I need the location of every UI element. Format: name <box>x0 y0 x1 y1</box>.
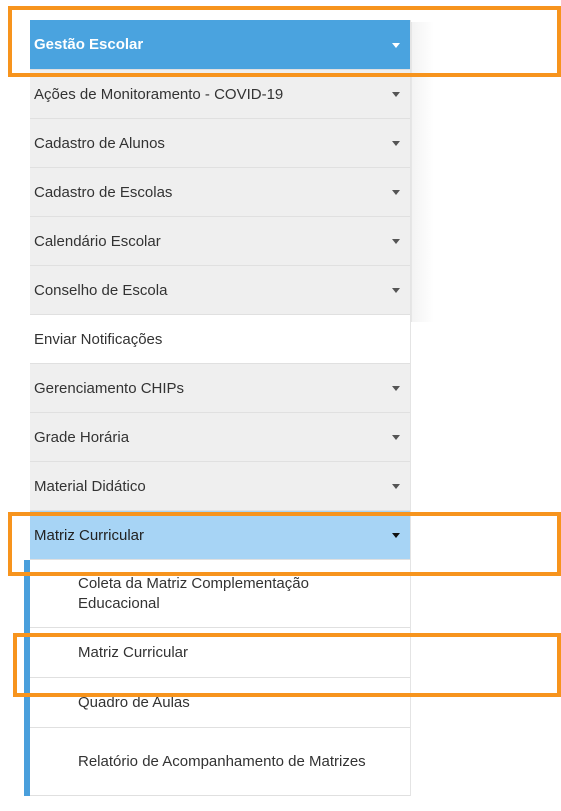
menu-item-label: Calendário Escolar <box>34 232 161 250</box>
menu-item-enviar-notificacoes[interactable]: Enviar Notificações <box>30 315 410 364</box>
chevron-down-icon <box>392 239 400 244</box>
menu-item-label: Conselho de Escola <box>34 281 168 299</box>
menu-item-material-didatico[interactable]: Material Didático <box>30 462 410 511</box>
chevron-down-icon <box>392 435 400 440</box>
chevron-down-icon <box>392 484 400 489</box>
menu-item-label: Cadastro de Alunos <box>34 134 165 152</box>
menu-item-gerenciamento-chips[interactable]: Gerenciamento CHIPs <box>30 364 410 413</box>
sidebar-menu: Gestão Escolar Ações de Monitoramento - … <box>24 20 411 796</box>
submenu-item-coleta-matriz[interactable]: Coleta da Matriz Complementação Educacio… <box>30 560 410 628</box>
chevron-down-icon <box>392 288 400 293</box>
chevron-down-icon <box>392 42 400 48</box>
menu-item-matriz-curricular[interactable]: Matriz Curricular <box>30 511 410 560</box>
menu-item-calendario-escolar[interactable]: Calendário Escolar <box>30 217 410 266</box>
menu-item-label: Matriz Curricular <box>34 526 145 544</box>
menu-item-label: Gerenciamento CHIPs <box>34 379 185 397</box>
menu-item-label: Material Didático <box>34 477 146 495</box>
menu-item-grade-horaria[interactable]: Grade Horária <box>30 413 410 462</box>
submenu-item-matriz-curricular[interactable]: Matriz Curricular <box>30 628 410 678</box>
menu-item-conselho-escola[interactable]: Conselho de Escola <box>30 266 410 315</box>
submenu-item-label: Relatório de Acompanhamento de Matrizes <box>78 752 366 770</box>
chevron-down-icon <box>392 92 400 97</box>
chevron-down-icon <box>392 386 400 391</box>
menu-item-label: Ações de Monitoramento - COVID-19 <box>34 85 284 103</box>
menu-item-label: Cadastro de Escolas <box>34 183 173 201</box>
submenu-item-label: Coleta da Matriz Complementação Educacio… <box>78 574 309 612</box>
chevron-down-icon <box>392 533 400 538</box>
submenu-matriz-curricular: Coleta da Matriz Complementação Educacio… <box>24 560 410 796</box>
submenu-item-relatorio-acompanhamento[interactable]: Relatório de Acompanhamento de Matrizes <box>30 728 410 796</box>
menu-header-gestao-escolar[interactable]: Gestão Escolar <box>30 20 410 70</box>
menu-item-cadastro-alunos[interactable]: Cadastro de Alunos <box>30 119 410 168</box>
chevron-down-icon <box>392 141 400 146</box>
menu-item-label: Enviar Notificações <box>34 330 163 348</box>
menu-header-label: Gestão Escolar <box>34 36 144 53</box>
chevron-down-icon <box>392 190 400 195</box>
submenu-item-quadro-aulas[interactable]: Quadro de Aulas <box>30 678 410 728</box>
scrollbar-track[interactable] <box>411 22 434 322</box>
submenu-item-label: Matriz Curricular <box>78 643 189 661</box>
menu-item-label: Grade Horária <box>34 428 130 446</box>
menu-item-acoes-monitoramento[interactable]: Ações de Monitoramento - COVID-19 <box>30 70 410 119</box>
submenu-item-label: Quadro de Aulas <box>78 693 190 711</box>
menu-item-cadastro-escolas[interactable]: Cadastro de Escolas <box>30 168 410 217</box>
